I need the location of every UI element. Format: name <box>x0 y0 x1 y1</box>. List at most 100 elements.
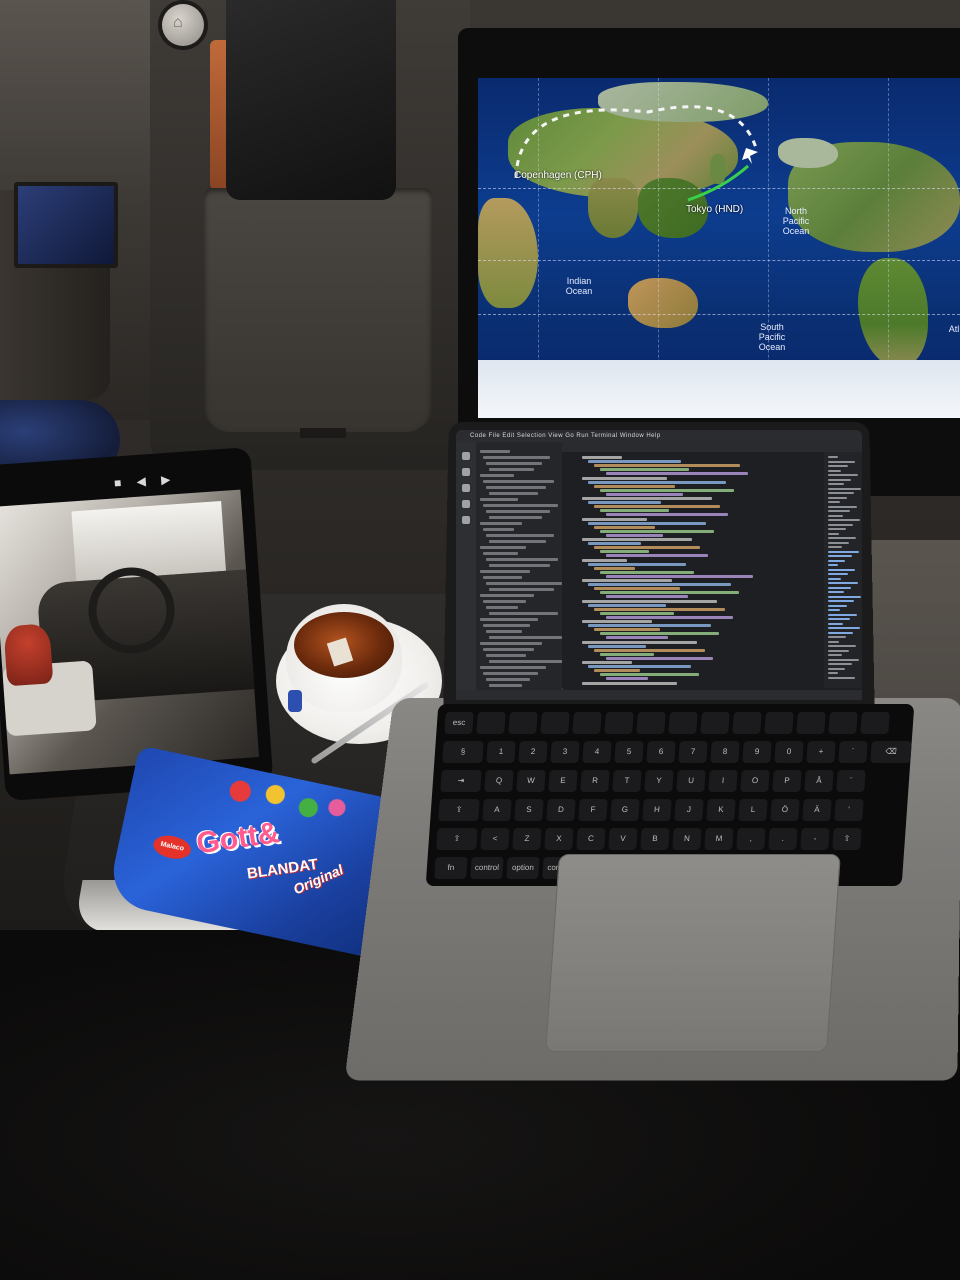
reading-light-button[interactable]: ⌂ <box>162 4 204 46</box>
keyboard-key[interactable]: ⇥ <box>440 770 482 792</box>
sidebar-file-row[interactable] <box>480 618 538 621</box>
keyboard-key[interactable]: 4 <box>582 741 612 763</box>
sidebar-file-row[interactable] <box>489 564 550 567</box>
sidebar-file-row[interactable] <box>489 636 562 639</box>
keyboard-key[interactable]: 0 <box>774 741 804 763</box>
keyboard-key[interactable]: 9 <box>742 741 772 763</box>
keyboard-key[interactable]: R <box>580 770 610 792</box>
keyboard-key[interactable]: esc <box>444 712 474 734</box>
keyboard-key[interactable]: ⇪ <box>438 799 480 821</box>
sidebar-file-row[interactable] <box>480 498 518 501</box>
tablet-video[interactable] <box>0 489 260 775</box>
keyboard-key[interactable]: B <box>640 828 670 850</box>
keyboard-key[interactable]: , <box>736 828 766 850</box>
keyboard-key[interactable]: N <box>672 828 702 850</box>
sidebar-file-row[interactable] <box>483 672 538 675</box>
sidebar-file-row[interactable] <box>483 480 554 483</box>
sidebar-file-row[interactable] <box>480 594 534 597</box>
editor-sidebar[interactable] <box>476 442 566 700</box>
sidebar-file-row[interactable] <box>486 534 554 537</box>
keyboard-key[interactable]: D <box>546 799 576 821</box>
keyboard-key[interactable]: 6 <box>646 741 676 763</box>
sidebar-file-row[interactable] <box>486 558 558 561</box>
keyboard-key[interactable]: Å <box>804 770 834 792</box>
keyboard-key[interactable]: . <box>768 828 798 850</box>
sidebar-file-row[interactable] <box>489 468 534 471</box>
sidebar-file-row[interactable] <box>486 462 542 465</box>
sidebar-file-row[interactable] <box>489 660 566 663</box>
sidebar-file-row[interactable] <box>480 546 526 549</box>
keyboard-key[interactable]: C <box>576 828 606 850</box>
keyboard-key[interactable] <box>604 712 634 734</box>
keyboard-key[interactable]: ¨ <box>836 770 866 792</box>
keyboard-key[interactable]: < <box>480 828 510 850</box>
keyboard-key[interactable]: 3 <box>550 741 580 763</box>
keyboard-key[interactable]: Z <box>512 828 542 850</box>
sidebar-file-row[interactable] <box>483 624 530 627</box>
ife-flight-map[interactable]: Copenhagen (CPH) Tokyo (HND) North Pacif… <box>478 78 960 418</box>
keyboard-key[interactable]: ⇧ <box>436 828 478 850</box>
keyboard-key[interactable] <box>764 712 794 734</box>
keyboard-key[interactable] <box>572 712 602 734</box>
macos-menubar[interactable]: Code File Edit Selection View Go Run Ter… <box>456 430 862 442</box>
keyboard-key[interactable]: J <box>674 799 704 821</box>
laptop-trackpad[interactable] <box>545 854 841 1052</box>
sidebar-file-row[interactable] <box>483 528 514 531</box>
keyboard-key[interactable]: U <box>676 770 706 792</box>
laptop-screen[interactable]: Code File Edit Selection View Go Run Ter… <box>456 430 862 700</box>
keyboard-key[interactable]: P <box>772 770 802 792</box>
editor-activity-bar[interactable] <box>456 442 476 700</box>
sidebar-file-row[interactable] <box>483 576 522 579</box>
keyboard-key[interactable]: M <box>704 828 734 850</box>
sidebar-file-row[interactable] <box>489 492 538 495</box>
sidebar-file-row[interactable] <box>483 648 534 651</box>
sidebar-file-row[interactable] <box>489 540 546 543</box>
keyboard-key[interactable]: ⇧ <box>832 828 862 850</box>
keyboard-key[interactable]: control <box>470 857 504 879</box>
sidebar-file-row[interactable] <box>483 600 526 603</box>
editor-tabs[interactable] <box>562 442 862 452</box>
keyboard-key[interactable]: H <box>642 799 672 821</box>
explorer-icon[interactable] <box>462 452 470 460</box>
code-editor[interactable] <box>562 452 852 688</box>
sidebar-file-row[interactable] <box>480 450 510 453</box>
menubar-items[interactable]: Code File Edit Selection View Go Run Ter… <box>470 430 661 442</box>
source-control-icon[interactable] <box>462 484 470 492</box>
sidebar-file-row[interactable] <box>489 516 542 519</box>
keyboard-key[interactable]: I <box>708 770 738 792</box>
sidebar-file-row[interactable] <box>486 630 522 633</box>
keyboard-key[interactable]: 8 <box>710 741 740 763</box>
keyboard-key[interactable]: fn <box>434 857 468 879</box>
keyboard-key[interactable]: E <box>548 770 578 792</box>
keyboard-key[interactable]: ´ <box>838 741 868 763</box>
keyboard-key[interactable]: K <box>706 799 736 821</box>
keyboard-key[interactable]: Ä <box>802 799 832 821</box>
keyboard-key[interactable]: 7 <box>678 741 708 763</box>
sidebar-file-row[interactable] <box>480 522 522 525</box>
keyboard-key[interactable]: A <box>482 799 512 821</box>
keyboard-key[interactable]: Ö <box>770 799 800 821</box>
keyboard-key[interactable] <box>636 712 666 734</box>
sidebar-file-row[interactable] <box>480 642 542 645</box>
keyboard-key[interactable]: X <box>544 828 574 850</box>
keyboard-key[interactable]: option <box>506 857 540 879</box>
sidebar-file-row[interactable] <box>489 612 558 615</box>
sidebar-file-row[interactable] <box>480 474 514 477</box>
sidebar-file-row[interactable] <box>480 570 530 573</box>
keyboard-key[interactable]: ⌫ <box>870 741 912 763</box>
search-icon[interactable] <box>462 468 470 476</box>
editor-minimap[interactable] <box>824 452 862 688</box>
keyboard-key[interactable]: Q <box>484 770 514 792</box>
keyboard-key[interactable]: G <box>610 799 640 821</box>
keyboard-key[interactable]: T <box>612 770 642 792</box>
keyboard-key[interactable]: L <box>738 799 768 821</box>
sidebar-file-row[interactable] <box>486 654 526 657</box>
keyboard-key[interactable]: + <box>806 741 836 763</box>
keyboard-key[interactable]: F <box>578 799 608 821</box>
sidebar-file-row[interactable] <box>486 606 518 609</box>
keyboard-key[interactable] <box>828 712 858 734</box>
sidebar-file-row[interactable] <box>483 456 550 459</box>
sidebar-file-row[interactable] <box>483 504 558 507</box>
keyboard-key[interactable] <box>796 712 826 734</box>
sidebar-file-row[interactable] <box>486 486 546 489</box>
